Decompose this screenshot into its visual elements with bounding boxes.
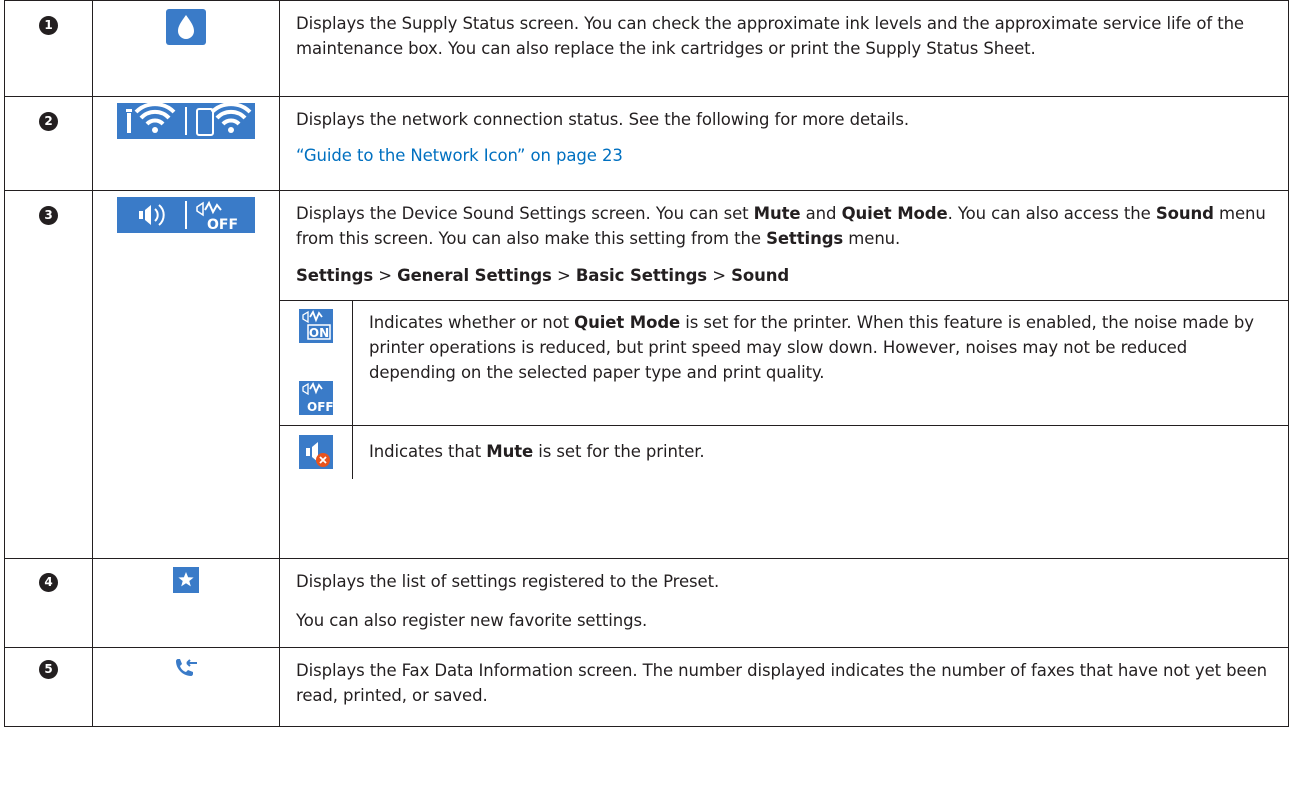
quiet-on-label: ON: [308, 326, 330, 340]
row-number: 4: [39, 573, 58, 592]
table-row: 1 Displays the Supply Status screen. You…: [4, 0, 1289, 97]
sub-row: ON OFF Indicates whether or not Quiet Mo…: [280, 300, 1288, 426]
row-description: Displays the Supply Status screen. You c…: [296, 14, 1244, 58]
network-status-icon: [117, 103, 255, 139]
row-number: 1: [39, 16, 58, 35]
row-description: Displays the Fax Data Information screen…: [296, 661, 1267, 705]
table-row: 5 Displays the Fax Data Information scre…: [4, 647, 1289, 727]
row-number: 3: [39, 206, 58, 225]
ink-drop-icon: [166, 9, 206, 45]
svg-text:OFF: OFF: [307, 400, 333, 414]
table-row: 4 Displays the list of settings register…: [4, 558, 1289, 648]
svg-text:OFF: OFF: [207, 217, 238, 233]
row-description: Displays the network connection status. …: [296, 110, 909, 129]
mute-description: Indicates that Mute is set for the print…: [369, 442, 705, 461]
mute-icon: [299, 435, 333, 469]
sound-status-icon: OFF: [117, 197, 255, 233]
table-row: 2 Displays the network connection status…: [4, 96, 1289, 191]
guide-network-icon-link[interactable]: “Guide to the Network Icon” on page 23: [296, 146, 623, 165]
star-preset-icon: [173, 567, 199, 593]
sub-row: Indicates that Mute is set for the print…: [280, 425, 1288, 479]
row-description-secondary: You can also register new favorite setti…: [296, 611, 648, 630]
icon-guide-table: 1 Displays the Supply Status screen. You…: [4, 0, 1289, 727]
row-description: Displays the Device Sound Settings scree…: [296, 204, 1266, 248]
quiet-mode-description: Indicates whether or not Quiet Mode is s…: [369, 313, 1254, 382]
row-number: 5: [39, 660, 58, 679]
row-description: Displays the list of settings registered…: [296, 572, 720, 591]
table-row: 3 OFF Displays the Device Sound Settings…: [4, 190, 1289, 559]
quiet-mode-on-icon: ON: [299, 309, 333, 343]
settings-path: Settings > General Settings > Basic Sett…: [296, 266, 790, 285]
sound-sub-table: ON OFF Indicates whether or not Quiet Mo…: [280, 300, 1288, 479]
fax-data-icon: [173, 656, 199, 686]
row-number: 2: [39, 112, 58, 131]
quiet-mode-off-icon: OFF: [299, 381, 333, 415]
